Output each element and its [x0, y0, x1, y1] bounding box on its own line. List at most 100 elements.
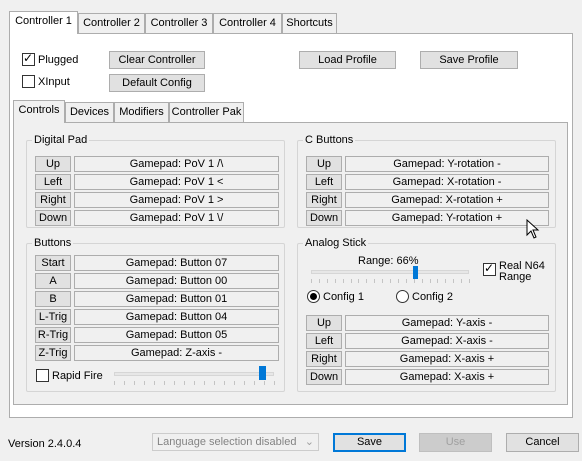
save-profile-button[interactable]: Save Profile: [420, 51, 518, 69]
analog-stick-right-button[interactable]: Right: [306, 351, 342, 367]
range-slider-tick: [358, 279, 359, 283]
digital-pad-left-button[interactable]: Left: [35, 174, 71, 190]
buttons-title: Buttons: [32, 236, 74, 250]
buttons-b-mapping: Gamepad: Button 01: [74, 291, 279, 307]
analog-stick-right-mapping: Gamepad: X-axis +: [345, 351, 549, 367]
clear-controller-button[interactable]: Clear Controller: [109, 51, 205, 69]
rapid-fire-slider-tick: [194, 381, 195, 385]
buttons-b-button[interactable]: B: [35, 291, 71, 307]
rapid-fire-slider-tick: [274, 381, 275, 385]
xinput-label: XInput: [38, 76, 70, 88]
tab-controller-1[interactable]: Controller 1: [9, 11, 78, 34]
rapid-fire-slider-tick: [114, 381, 115, 385]
tab-devices[interactable]: Devices: [65, 102, 114, 122]
rapid-fire-slider-tick: [144, 381, 145, 385]
rapid-fire-checkbox[interactable]: [36, 369, 49, 382]
analog-stick-down-mapping: Gamepad: X-axis +: [345, 369, 549, 385]
config-2-label: Config 2: [412, 291, 453, 303]
rapid-fire-slider-tick: [264, 381, 265, 385]
range-slider-tick: [430, 279, 431, 283]
rapid-fire-slider-tick: [124, 381, 125, 385]
rapid-fire-slider-tick: [174, 381, 175, 385]
default-config-button[interactable]: Default Config: [109, 74, 205, 92]
c-buttons-down-button[interactable]: Down: [306, 210, 342, 226]
version-label: Version 2.4.0.4: [8, 438, 82, 450]
tab-controls[interactable]: Controls: [13, 100, 65, 123]
tab-shortcuts[interactable]: Shortcuts: [282, 13, 337, 33]
real-n64-range-checkbox[interactable]: [483, 261, 496, 276]
range-slider-tick: [406, 279, 407, 283]
range-slider-tick: [382, 279, 383, 283]
rapid-fire-slider-tick: [254, 381, 255, 385]
buttons-start-mapping: Gamepad: Button 07: [74, 255, 279, 271]
range-slider-tick: [461, 279, 462, 283]
digital-pad-down-button[interactable]: Down: [35, 210, 71, 226]
buttons-a-mapping: Gamepad: Button 00: [74, 273, 279, 289]
config-2-radio[interactable]: [396, 290, 409, 303]
c-buttons-up-mapping: Gamepad: Y-rotation -: [345, 156, 549, 172]
digital-pad-up-button[interactable]: Up: [35, 156, 71, 172]
analog-stick-left-mapping: Gamepad: X-axis -: [345, 333, 549, 349]
buttons-z-trig-mapping: Gamepad: Z-axis -: [74, 345, 279, 361]
chevron-down-icon: ⌄: [304, 436, 314, 448]
digital-pad-up-mapping: Gamepad: PoV 1 /\: [74, 156, 279, 172]
rapid-fire-slider-tick: [204, 381, 205, 385]
rapid-fire-slider-tick: [134, 381, 135, 385]
range-slider-tick: [366, 279, 367, 283]
range-slider-tick: [374, 279, 375, 283]
config-1-radio[interactable]: [307, 290, 320, 303]
plugged-checkbox[interactable]: [22, 51, 35, 66]
tab-controller-2[interactable]: Controller 2: [78, 13, 145, 33]
range-slider-tick: [335, 279, 336, 283]
range-slider-tick: [319, 279, 320, 283]
buttons-a-button[interactable]: A: [35, 273, 71, 289]
load-profile-button[interactable]: Load Profile: [299, 51, 396, 69]
digital-pad-right-mapping: Gamepad: PoV 1 >: [74, 192, 279, 208]
analog-stick-left-button[interactable]: Left: [306, 333, 342, 349]
digital-pad-left-mapping: Gamepad: PoV 1 <: [74, 174, 279, 190]
range-slider-track: [311, 270, 469, 274]
range-label: Range: 66%: [358, 255, 419, 267]
range-slider-tick: [469, 279, 470, 283]
range-slider-thumb[interactable]: [412, 266, 418, 279]
buttons-z-trig-button[interactable]: Z-Trig: [35, 345, 71, 361]
analog-stick-down-button[interactable]: Down: [306, 369, 342, 385]
c-buttons-up-button[interactable]: Up: [306, 156, 342, 172]
buttons-l-trig-mapping: Gamepad: Button 04: [74, 309, 279, 325]
rapid-fire-slider-tick: [214, 381, 215, 385]
rapid-fire-slider-thumb[interactable]: [259, 366, 267, 380]
language-select: Language selection disabled ⌄: [152, 433, 319, 451]
tab-controller-pak[interactable]: Controller Pak: [169, 102, 244, 122]
range-slider-tick: [311, 279, 312, 283]
real-n64-label-line2: Range: [499, 271, 532, 283]
buttons-l-trig-button[interactable]: L-Trig: [35, 309, 71, 325]
range-slider-tick: [398, 279, 399, 283]
c-buttons-right-button[interactable]: Right: [306, 192, 342, 208]
c-buttons-left-button[interactable]: Left: [306, 174, 342, 190]
range-slider-tick: [351, 279, 352, 283]
config-1-label: Config 1: [323, 291, 364, 303]
range-slider-tick: [445, 279, 446, 283]
buttons-start-button[interactable]: Start: [35, 255, 71, 271]
tab-controller-4[interactable]: Controller 4: [213, 13, 282, 33]
rapid-fire-slider-tick: [244, 381, 245, 385]
digital-pad-title: Digital Pad: [32, 133, 90, 147]
use-button: Use: [419, 433, 492, 452]
digital-pad-right-button[interactable]: Right: [35, 192, 71, 208]
tab-modifiers[interactable]: Modifiers: [114, 102, 169, 122]
xinput-checkbox[interactable]: [22, 75, 35, 88]
analog-stick-title: Analog Stick: [303, 236, 369, 250]
analog-stick-up-button[interactable]: Up: [306, 315, 342, 331]
rapid-fire-slider-tick: [184, 381, 185, 385]
cancel-button[interactable]: Cancel: [506, 433, 579, 452]
rapid-fire-slider-track: [114, 372, 274, 376]
range-slider-tick: [414, 279, 415, 283]
tab-controller-3[interactable]: Controller 3: [145, 13, 213, 33]
range-slider-tick: [343, 279, 344, 283]
save-button[interactable]: Save: [333, 433, 406, 452]
c-buttons-down-mapping: Gamepad: Y-rotation +: [345, 210, 549, 226]
rapid-fire-slider-tick: [154, 381, 155, 385]
c-buttons-title: C Buttons: [303, 133, 356, 147]
buttons-r-trig-button[interactable]: R-Trig: [35, 327, 71, 343]
analog-stick-up-mapping: Gamepad: Y-axis -: [345, 315, 549, 331]
